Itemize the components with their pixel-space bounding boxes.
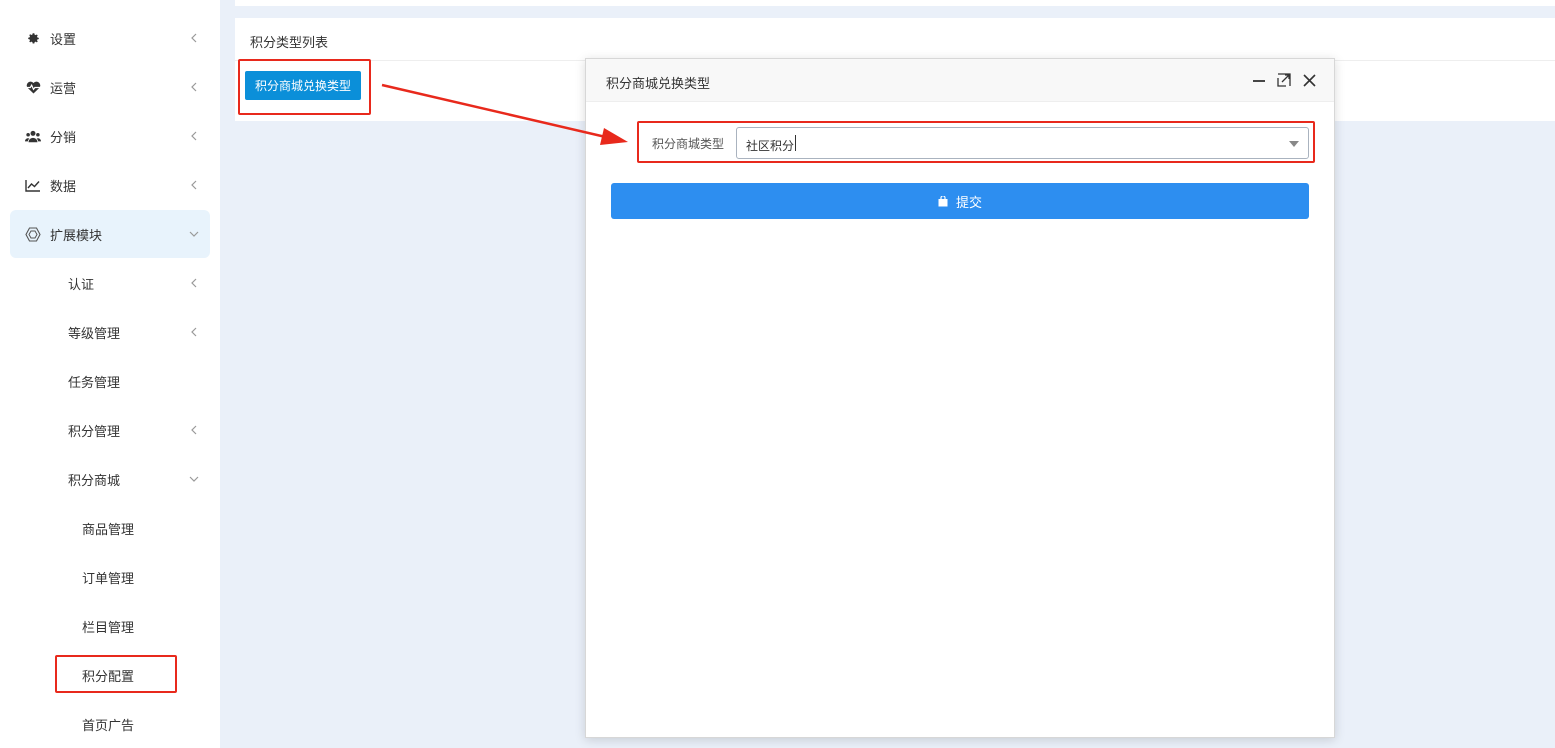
sidebar-item-label: 分销 xyxy=(50,130,77,146)
sidebar-item-label: 运营 xyxy=(50,81,77,97)
sidebar-item-orders[interactable]: 订单管理 xyxy=(10,553,210,601)
sidebar-item-points-config[interactable]: 积分配置 xyxy=(10,651,210,699)
sidebar-item-settings[interactable]: 设置 xyxy=(10,14,210,62)
bag-icon xyxy=(938,195,948,207)
select-value: 社区积分 xyxy=(746,139,795,153)
sidebar-subitem-label: 等级管理 xyxy=(68,326,121,342)
sidebar-item-home-ads[interactable]: 首页广告 xyxy=(10,700,210,748)
sidebar-item-label: 首页广告 xyxy=(82,718,135,734)
sidebar-subitem-points-mall[interactable]: 积分商城 xyxy=(10,455,210,503)
submit-button[interactable]: 提交 xyxy=(611,183,1309,219)
sidebar-subitem-points[interactable]: 积分管理 xyxy=(10,406,210,454)
exchange-type-modal: 积分商城兑换类型 积分商城类型 社区积分 提交 xyxy=(585,58,1335,738)
modal-title: 积分商城兑换类型 xyxy=(606,77,711,92)
sidebar-item-products[interactable]: 商品管理 xyxy=(10,504,210,552)
sidebar-item-operations[interactable]: 运营 xyxy=(10,63,210,111)
close-icon[interactable] xyxy=(1300,71,1318,89)
chevron-left-icon xyxy=(184,82,204,92)
sidebar-subitem-auth[interactable]: 认证 xyxy=(10,259,210,307)
sidebar-item-columns[interactable]: 栏目管理 xyxy=(10,602,210,650)
maximize-icon[interactable] xyxy=(1275,71,1293,89)
sidebar-item-extensions[interactable]: 扩展模块 xyxy=(10,210,210,258)
chevron-down-icon xyxy=(184,476,204,482)
chevron-down-icon xyxy=(184,231,204,237)
sidebar-subitem-label: 积分商城 xyxy=(68,473,121,489)
minimize-icon[interactable] xyxy=(1250,71,1268,89)
chevron-left-icon xyxy=(184,33,204,43)
sidebar-item-label: 扩展模块 xyxy=(50,228,103,244)
mall-type-select[interactable]: 社区积分 xyxy=(736,127,1309,159)
sidebar-subitem-label: 认证 xyxy=(68,277,95,293)
sidebar-item-distribution[interactable]: 分销 xyxy=(10,112,210,160)
sidebar-item-label: 数据 xyxy=(50,179,77,195)
dropdown-arrow-icon xyxy=(1289,141,1299,147)
line-chart-icon xyxy=(24,176,42,194)
heartbeat-icon xyxy=(24,78,42,96)
users-icon xyxy=(24,127,42,145)
modal-header: 积分商城兑换类型 xyxy=(586,59,1334,102)
sidebar-item-label: 栏目管理 xyxy=(82,620,135,636)
sidebar-item-label: 积分配置 xyxy=(82,669,135,685)
chevron-left-icon xyxy=(184,327,204,337)
sidebar-item-data[interactable]: 数据 xyxy=(10,161,210,209)
top-strip xyxy=(235,0,1555,6)
sidebar: 设置 运营 分销 数据 扩展模块 认证 等级管理 任务管理 积分管理 积分商城 … xyxy=(0,0,220,748)
sidebar-item-label: 设置 xyxy=(50,32,77,48)
chevron-left-icon xyxy=(184,278,204,288)
sidebar-subitem-tasks[interactable]: 任务管理 xyxy=(10,357,210,405)
chevron-left-icon xyxy=(184,180,204,190)
sidebar-subitem-label: 积分管理 xyxy=(68,424,121,440)
hexagon-icon xyxy=(24,225,42,243)
chevron-left-icon xyxy=(184,131,204,141)
gear-icon xyxy=(24,29,42,47)
sidebar-subitem-levels[interactable]: 等级管理 xyxy=(10,308,210,356)
sidebar-item-label: 商品管理 xyxy=(82,522,135,538)
panel-title: 积分类型列表 xyxy=(250,36,329,51)
chevron-left-icon xyxy=(184,425,204,435)
add-exchange-type-button[interactable]: 积分商城兑换类型 xyxy=(245,71,361,100)
sidebar-subitem-label: 任务管理 xyxy=(68,375,121,391)
text-caret xyxy=(795,135,796,151)
submit-label: 提交 xyxy=(955,194,982,210)
sidebar-item-label: 订单管理 xyxy=(82,571,135,587)
field-label: 积分商城类型 xyxy=(652,137,725,151)
